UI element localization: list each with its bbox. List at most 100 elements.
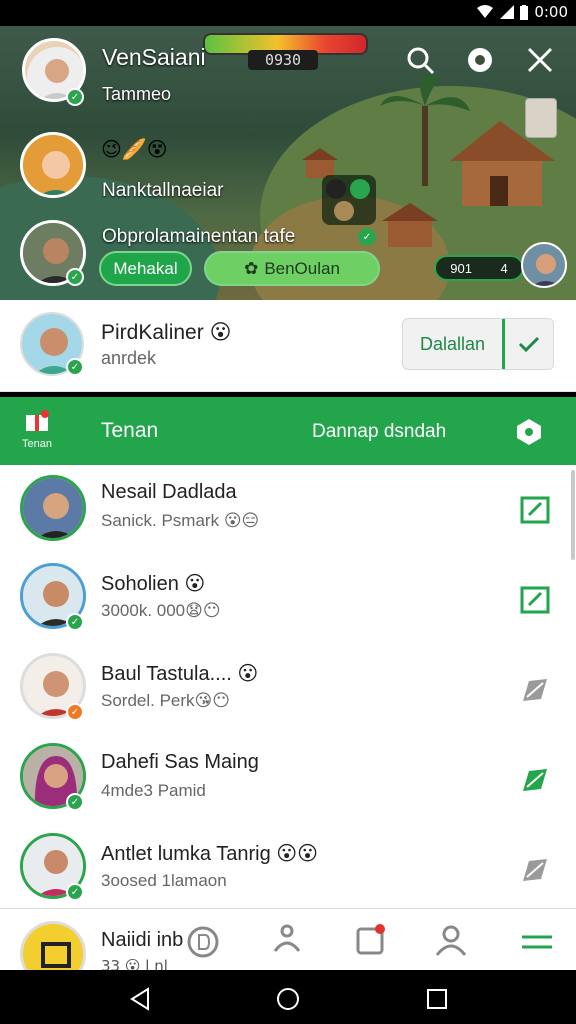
online-badge: ✓ <box>66 268 84 286</box>
contact-name-text: Antlet lumka Tanrig <box>101 843 271 865</box>
sparkle-icon: ✿ <box>244 258 259 279</box>
accept-button-label: Dalallan <box>403 319 505 369</box>
list-item[interactable]: ✓ Baul Tastula.... 😮 Sordel. Perk😘😶 <box>0 645 576 735</box>
edit-button[interactable] <box>519 855 551 885</box>
contact-subtitle: 3000k. 000😧😶 <box>101 601 221 621</box>
reaction-emojis: 😉🥖😵 <box>101 137 168 161</box>
accept-button[interactable]: Dalallan <box>402 318 554 370</box>
friend-request-row[interactable]: ✓ PirdKaliner 😮 anrdek Dalallan <box>0 300 576 392</box>
player-name: VenSaiani <box>102 44 206 70</box>
contact-subtitle: 3oosed 1lamaon <box>101 871 227 890</box>
back-icon <box>130 987 149 1011</box>
player-name: Obprolamainentan tafe <box>102 226 296 247</box>
status-badge: ✓ <box>358 228 376 246</box>
contact-name-text: Baul Tastula.... <box>101 663 232 685</box>
section-action[interactable]: Dannap dsndah <box>312 421 446 443</box>
dice-icon <box>356 924 385 955</box>
request-name-emoji: 😮 <box>209 320 232 344</box>
edit-icon <box>523 859 547 881</box>
contact-name-emoji: 😮 <box>237 661 259 685</box>
self-name: Naiidi inb <box>101 929 184 951</box>
online-badge: ✓ <box>66 883 84 901</box>
contact-name: Dahefi Sas Maing <box>101 751 259 773</box>
contact-name: Nesail Dadlada <box>101 481 237 503</box>
settings-button[interactable] <box>514 417 544 447</box>
player-status-icons <box>322 175 376 225</box>
section-header: Tenan Tenan Dannap dsndah <box>0 397 576 465</box>
edit-button[interactable] <box>519 765 551 795</box>
request-subtitle: anrdek <box>101 348 157 368</box>
edit-icon <box>523 769 547 791</box>
menu-icon <box>522 935 552 949</box>
reaction-button[interactable] <box>460 40 500 80</box>
list-item[interactable]: ✓ Soholien 😮 3000k. 000😧😶 <box>0 555 576 645</box>
search-button[interactable] <box>400 40 440 80</box>
recents-button[interactable] <box>424 986 450 1012</box>
person-portrait-icon <box>23 478 83 538</box>
player-subtitle: Tammeo <box>102 84 172 104</box>
back-button[interactable] <box>128 986 154 1012</box>
battery-icon <box>520 4 529 20</box>
accept-check-button[interactable] <box>505 319 553 369</box>
recents-icon <box>427 989 447 1009</box>
request-name-text: PirdKaliner <box>101 321 204 344</box>
edit-button[interactable] <box>519 585 551 615</box>
contact-emojis: 😮😑 <box>223 511 260 531</box>
contact-name: Antlet lumka Tanrig 😮😮 <box>101 841 318 866</box>
home-icon <box>277 988 299 1010</box>
contact-subtitle-text: Sanick. Psmark <box>101 511 220 530</box>
dashboard-icon <box>187 926 219 958</box>
scrollbar[interactable] <box>571 470 575 560</box>
edit-icon <box>520 586 550 614</box>
score-value-2: 4 <box>500 260 508 276</box>
online-badge: ✓ <box>66 703 84 721</box>
team-icon-label: Tenan <box>22 438 52 450</box>
online-badge: ✓ <box>66 793 84 811</box>
edit-button[interactable] <box>519 495 551 525</box>
score-value: 901 <box>450 260 472 276</box>
palm-tree-illustration <box>380 74 470 186</box>
contact-subtitle: Sanick. Psmark 😮😑 <box>101 511 259 531</box>
contact-list[interactable]: Nesail Dadlada Sanick. Psmark 😮😑 ✓ Sohol… <box>0 465 576 908</box>
player-name: Nanktallnaeiar <box>102 180 224 201</box>
contact-subtitle-text: 3000k. 000 <box>101 601 186 620</box>
edit-icon <box>523 679 547 701</box>
home-button[interactable] <box>275 986 301 1012</box>
avatar[interactable] <box>20 475 86 541</box>
nav-profile[interactable] <box>434 923 468 957</box>
list-item[interactable]: ✓ Antlet lumka Tanrig 😮😮 3oosed 1lamaon <box>0 825 576 915</box>
team-icon-button[interactable]: Tenan <box>14 409 60 457</box>
status-bar: 0:00 <box>0 0 576 26</box>
confirm-button[interactable]: ✿ BenOulan <box>204 251 380 286</box>
system-nav-bar <box>0 970 576 1024</box>
nav-games[interactable] <box>354 923 388 957</box>
bottom-nav: Naiidi inb 33 😮 l nl <box>0 908 576 987</box>
nav-explore[interactable] <box>270 923 304 957</box>
nav-menu[interactable] <box>520 929 554 955</box>
mini-avatar-tile[interactable] <box>525 98 557 138</box>
contact-name-emoji: 😮 <box>184 571 206 595</box>
edit-icon <box>520 496 550 524</box>
contact-name-emoji: 😮😮 <box>276 841 318 865</box>
contact-name: Baul Tastula.... 😮 <box>101 661 258 686</box>
contact-subtitle: 4mde3 Pamid <box>101 781 206 800</box>
close-button[interactable] <box>520 40 560 80</box>
emoji-icon <box>468 48 492 72</box>
online-badge: ✓ <box>66 613 84 631</box>
score-pill: 901 4 <box>434 255 524 281</box>
avatar[interactable] <box>521 242 567 288</box>
gift-icon <box>26 410 49 431</box>
section-title: Tenan <box>101 419 159 442</box>
avatar[interactable] <box>20 132 86 198</box>
profile-icon <box>435 925 467 956</box>
nav-dashboard[interactable] <box>186 925 220 959</box>
hut-small-illustration <box>382 203 438 247</box>
wifi-icon <box>477 5 494 18</box>
edit-button[interactable] <box>519 675 551 705</box>
contact-subtitle: Sordel. Perk😘😶 <box>101 691 230 711</box>
online-badge: ✓ <box>66 88 84 106</box>
list-item[interactable]: Nesail Dadlada Sanick. Psmark 😮😑 <box>0 465 576 555</box>
contact-subtitle-text: Sordel. Perk <box>101 691 195 710</box>
decline-button[interactable]: Mehakal <box>99 251 192 286</box>
list-item[interactable]: ✓ Dahefi Sas Maing 4mde3 Pamid <box>0 735 576 825</box>
